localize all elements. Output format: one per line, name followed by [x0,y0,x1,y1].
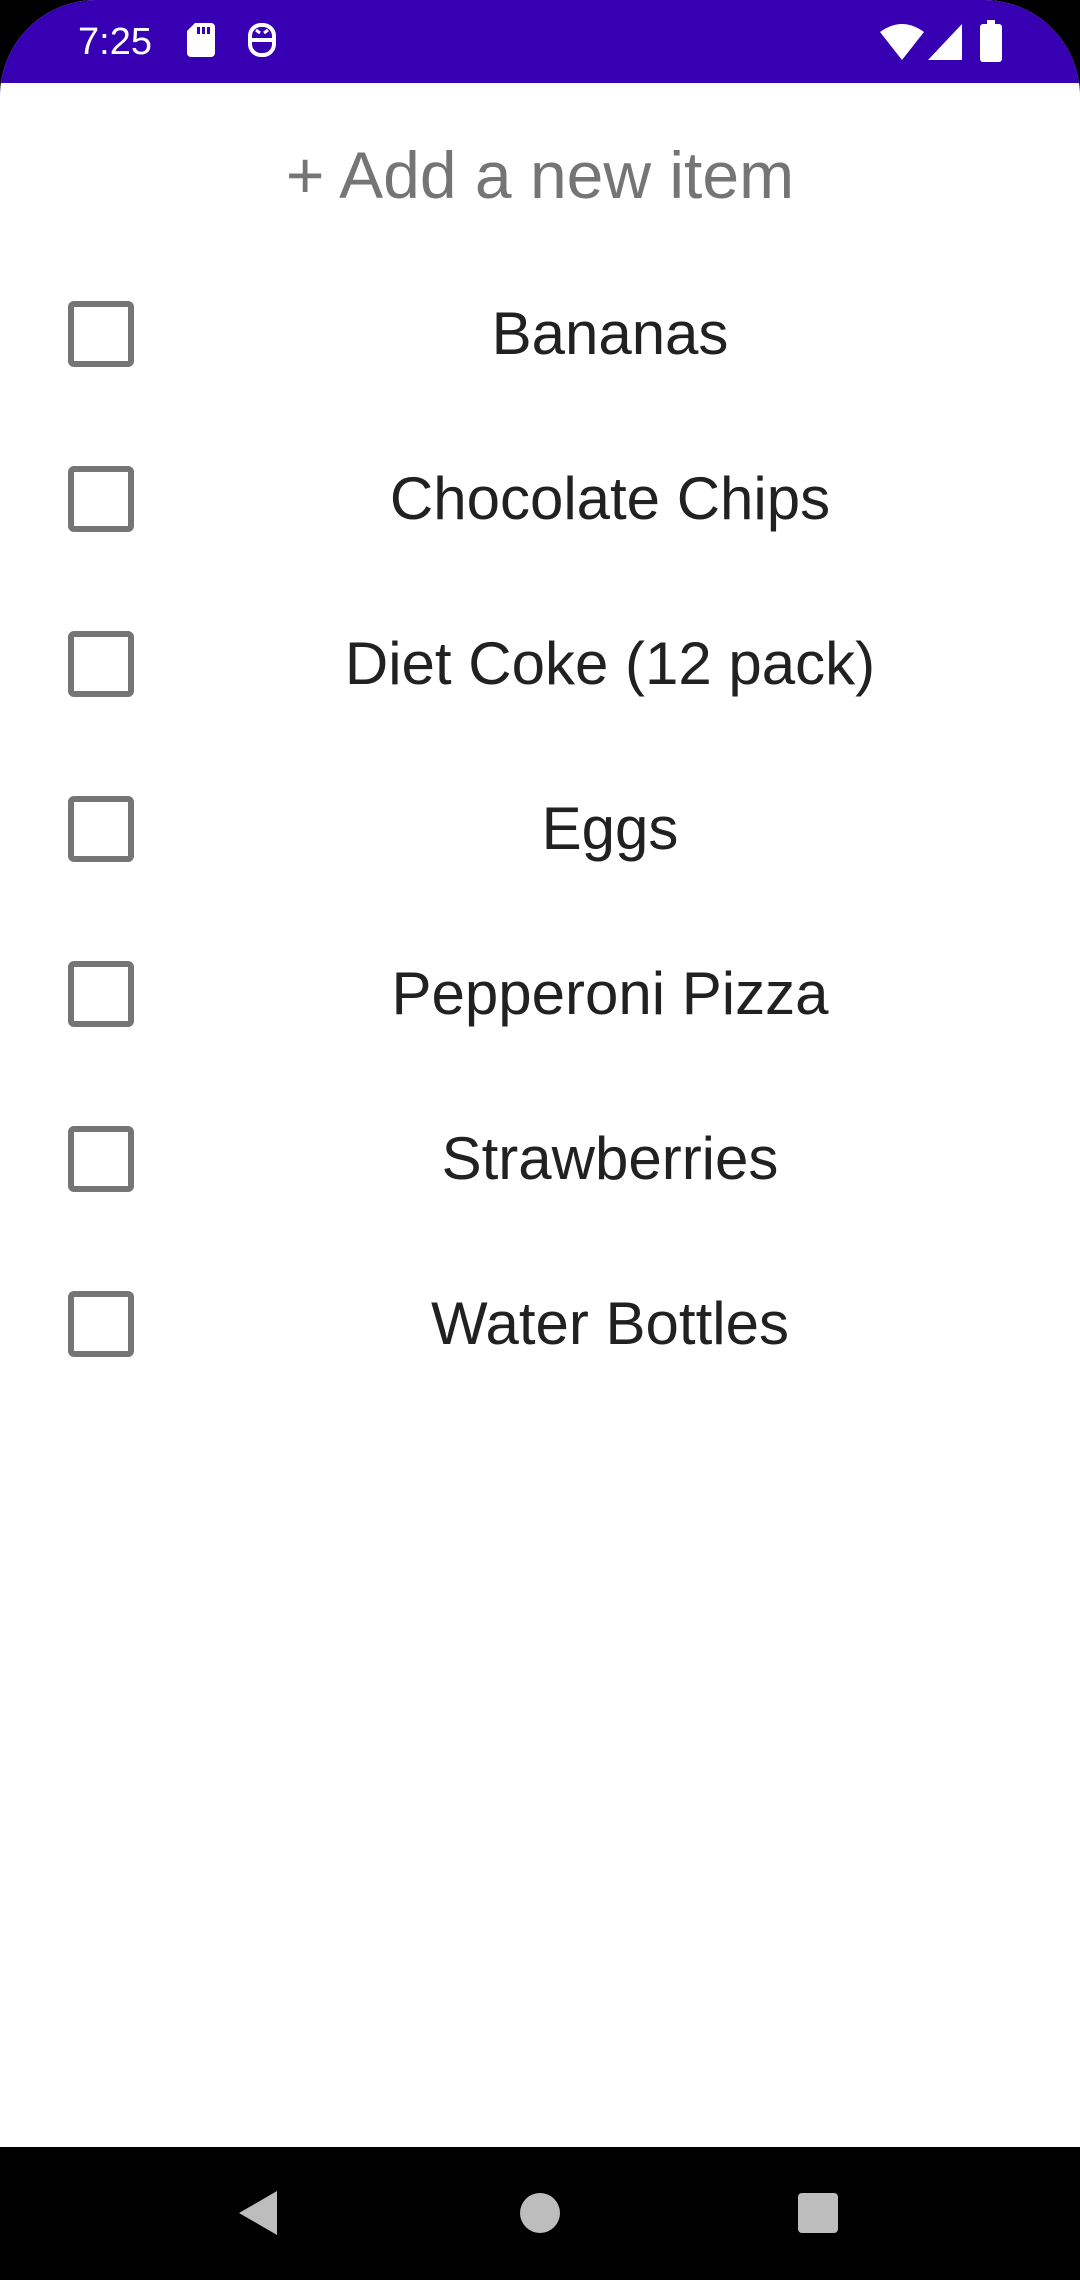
shopping-list: Bananas Chocolate Chips Diet Coke (12 pa… [0,255,1080,1410]
item-checkbox[interactable] [68,466,134,532]
status-bar: 7:25 [0,0,1080,83]
item-label: Water Bottles [431,1290,789,1357]
status-time: 7:25 [78,21,152,63]
list-item: Diet Coke (12 pack) [0,585,1080,750]
wifi-icon [880,24,924,65]
item-label: Diet Coke (12 pack) [344,630,876,697]
cellular-signal-icon [928,24,962,65]
item-checkbox[interactable] [68,301,134,367]
navigation-bar [0,2147,1080,2280]
list-item: Eggs [0,750,1080,915]
item-checkbox[interactable] [68,796,134,862]
list-item: Chocolate Chips [0,420,1080,585]
list-item: Bananas [0,255,1080,420]
item-label: Pepperoni Pizza [391,960,829,1027]
app-screen: 7:25 + Add a new item Bananas Chocolate … [0,0,1080,2280]
list-item: Strawberries [0,1080,1080,1245]
sd-card-icon [186,22,216,63]
notification-app-icon [246,22,278,63]
list-item: Pepperoni Pizza [0,915,1080,1080]
add-new-item-button[interactable]: + Add a new item [0,120,1080,230]
item-label: Bananas [491,300,729,367]
battery-icon [980,20,1002,67]
item-label: Chocolate Chips [389,465,831,532]
item-checkbox[interactable] [68,1126,134,1192]
list-item: Water Bottles [0,1245,1080,1410]
item-label: Eggs [541,795,679,862]
home-icon[interactable] [500,2173,580,2253]
recents-icon[interactable] [778,2173,858,2253]
back-icon[interactable] [219,2173,299,2253]
item-checkbox[interactable] [68,1291,134,1357]
item-checkbox[interactable] [68,961,134,1027]
item-checkbox[interactable] [68,631,134,697]
item-label: Strawberries [441,1125,779,1192]
